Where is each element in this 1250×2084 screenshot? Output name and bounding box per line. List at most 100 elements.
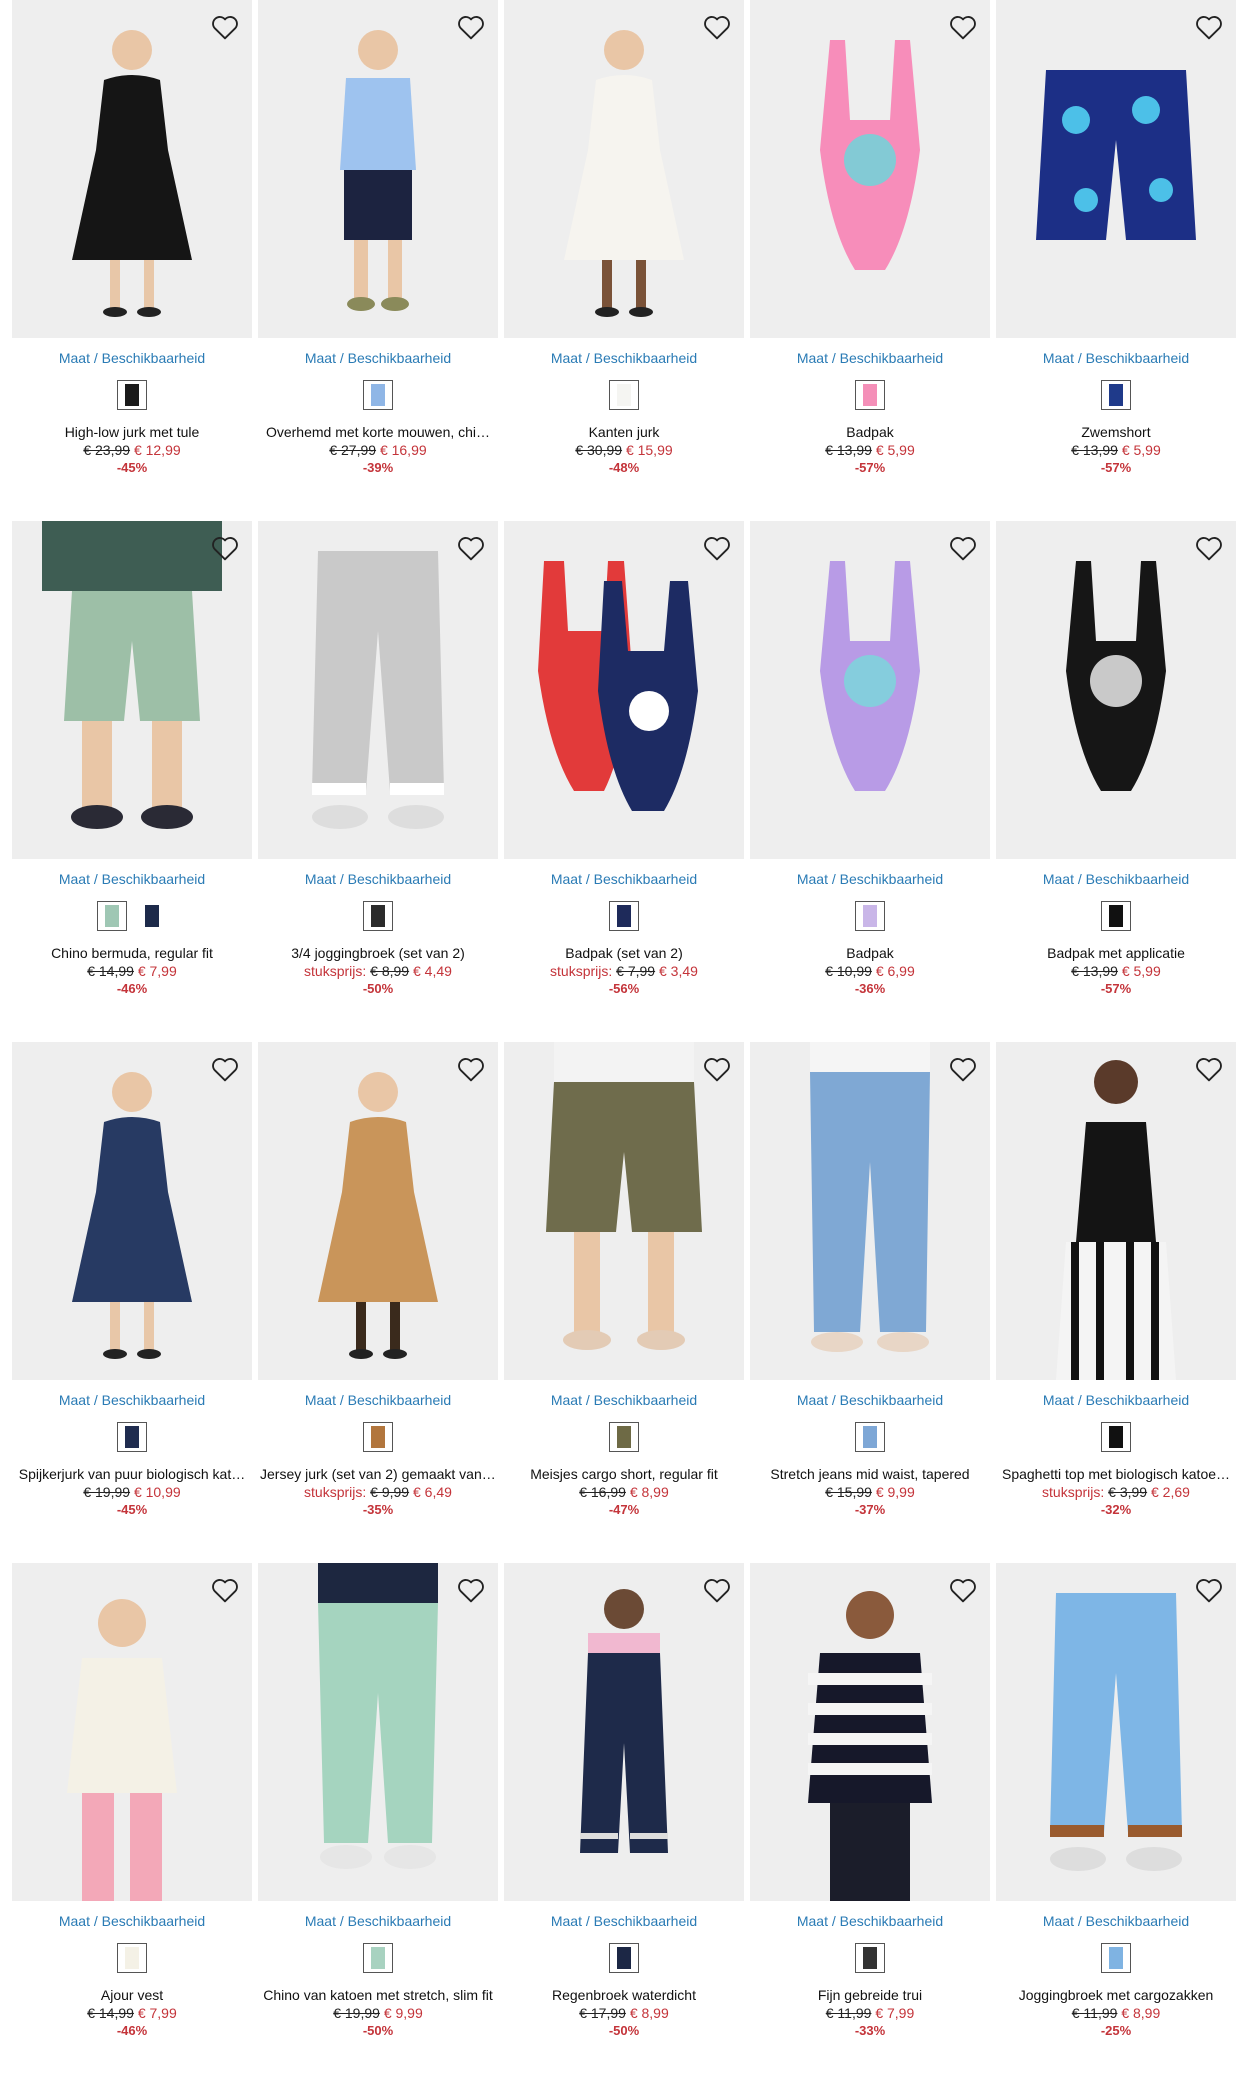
product-name[interactable]: Badpak met applicatie bbox=[996, 945, 1236, 961]
size-availability-link[interactable]: Maat / Beschikbaarheid bbox=[750, 1913, 990, 1929]
size-availability-link[interactable]: Maat / Beschikbaarheid bbox=[996, 350, 1236, 366]
product-image[interactable] bbox=[996, 1563, 1236, 1901]
product-name[interactable]: Meisjes cargo short, regular fit bbox=[504, 1466, 744, 1482]
size-availability-link[interactable]: Maat / Beschikbaarheid bbox=[258, 350, 498, 366]
color-swatch[interactable] bbox=[1101, 1943, 1131, 1973]
size-availability-link[interactable]: Maat / Beschikbaarheid bbox=[750, 1392, 990, 1408]
wishlist-heart-icon[interactable] bbox=[946, 1052, 980, 1086]
size-availability-link[interactable]: Maat / Beschikbaarheid bbox=[12, 350, 252, 366]
product-card[interactable]: Maat / Beschikbaarheid Meisjes cargo sho… bbox=[504, 1042, 744, 1563]
size-availability-link[interactable]: Maat / Beschikbaarheid bbox=[996, 871, 1236, 887]
color-swatch[interactable] bbox=[97, 901, 127, 931]
product-card[interactable]: Maat / Beschikbaarheid Fijn gebreide tru… bbox=[750, 1563, 990, 2084]
size-availability-link[interactable]: Maat / Beschikbaarheid bbox=[996, 1392, 1236, 1408]
product-name[interactable]: Chino bermuda, regular fit bbox=[12, 945, 252, 961]
product-image[interactable] bbox=[504, 1563, 744, 1901]
product-name[interactable]: Badpak bbox=[750, 424, 990, 440]
color-swatch[interactable] bbox=[855, 1422, 885, 1452]
wishlist-heart-icon[interactable] bbox=[946, 531, 980, 565]
product-image[interactable] bbox=[12, 1042, 252, 1380]
color-swatch[interactable] bbox=[363, 901, 393, 931]
size-availability-link[interactable]: Maat / Beschikbaarheid bbox=[504, 350, 744, 366]
wishlist-heart-icon[interactable] bbox=[208, 1052, 242, 1086]
product-image[interactable] bbox=[258, 1042, 498, 1380]
wishlist-heart-icon[interactable] bbox=[946, 1573, 980, 1607]
product-name[interactable]: 3/4 joggingbroek (set van 2) bbox=[258, 945, 498, 961]
product-name[interactable]: Zwemshort bbox=[996, 424, 1236, 440]
size-availability-link[interactable]: Maat / Beschikbaarheid bbox=[750, 350, 990, 366]
color-swatch[interactable] bbox=[117, 1943, 147, 1973]
product-card[interactable]: Maat / Beschikbaarheid Stretch jeans mid… bbox=[750, 1042, 990, 1563]
product-card[interactable]: Maat / Beschikbaarheid Kanten jurk € 30,… bbox=[504, 0, 744, 521]
product-image[interactable] bbox=[258, 521, 498, 859]
product-image[interactable] bbox=[12, 521, 252, 859]
product-image[interactable] bbox=[750, 0, 990, 338]
product-image[interactable] bbox=[750, 1563, 990, 1901]
product-name[interactable]: Chino van katoen met stretch, slim fit bbox=[258, 1987, 498, 2003]
color-swatch[interactable] bbox=[363, 1943, 393, 1973]
color-swatch[interactable] bbox=[137, 901, 167, 931]
size-availability-link[interactable]: Maat / Beschikbaarheid bbox=[750, 871, 990, 887]
wishlist-heart-icon[interactable] bbox=[700, 1052, 734, 1086]
product-card[interactable]: Maat / Beschikbaarheid Ajour vest € 14,9… bbox=[12, 1563, 252, 2084]
wishlist-heart-icon[interactable] bbox=[1192, 1573, 1226, 1607]
product-image[interactable] bbox=[750, 1042, 990, 1380]
product-image[interactable] bbox=[258, 0, 498, 338]
wishlist-heart-icon[interactable] bbox=[454, 1573, 488, 1607]
product-card[interactable]: Maat / Beschikbaarheid Spaghetti top met… bbox=[996, 1042, 1236, 1563]
product-name[interactable]: Spaghetti top met biologisch katoe… bbox=[996, 1466, 1236, 1482]
product-card[interactable]: Maat / Beschikbaarheid Badpak € 13,99 € … bbox=[750, 0, 990, 521]
wishlist-heart-icon[interactable] bbox=[454, 1052, 488, 1086]
size-availability-link[interactable]: Maat / Beschikbaarheid bbox=[504, 871, 744, 887]
product-name[interactable]: Overhemd met korte mouwen, chi… bbox=[258, 424, 498, 440]
product-card[interactable]: Maat / Beschikbaarheid Chino van katoen … bbox=[258, 1563, 498, 2084]
wishlist-heart-icon[interactable] bbox=[700, 1573, 734, 1607]
product-card[interactable]: Maat / Beschikbaarheid Overhemd met kort… bbox=[258, 0, 498, 521]
product-name[interactable]: Kanten jurk bbox=[504, 424, 744, 440]
size-availability-link[interactable]: Maat / Beschikbaarheid bbox=[504, 1913, 744, 1929]
size-availability-link[interactable]: Maat / Beschikbaarheid bbox=[258, 871, 498, 887]
product-name[interactable]: Badpak (set van 2) bbox=[504, 945, 744, 961]
product-name[interactable]: High-low jurk met tule bbox=[12, 424, 252, 440]
product-card[interactable]: Maat / Beschikbaarheid Badpak (set van 2… bbox=[504, 521, 744, 1042]
product-image[interactable] bbox=[996, 0, 1236, 338]
color-swatch[interactable] bbox=[609, 1422, 639, 1452]
product-name[interactable]: Fijn gebreide trui bbox=[750, 1987, 990, 2003]
wishlist-heart-icon[interactable] bbox=[208, 10, 242, 44]
color-swatch[interactable] bbox=[117, 1422, 147, 1452]
wishlist-heart-icon[interactable] bbox=[1192, 10, 1226, 44]
wishlist-heart-icon[interactable] bbox=[700, 531, 734, 565]
product-image[interactable] bbox=[504, 1042, 744, 1380]
wishlist-heart-icon[interactable] bbox=[454, 10, 488, 44]
wishlist-heart-icon[interactable] bbox=[1192, 531, 1226, 565]
product-image[interactable] bbox=[504, 0, 744, 338]
color-swatch[interactable] bbox=[117, 380, 147, 410]
product-card[interactable]: Maat / Beschikbaarheid Spijkerjurk van p… bbox=[12, 1042, 252, 1563]
wishlist-heart-icon[interactable] bbox=[1192, 1052, 1226, 1086]
wishlist-heart-icon[interactable] bbox=[700, 10, 734, 44]
color-swatch[interactable] bbox=[609, 1943, 639, 1973]
size-availability-link[interactable]: Maat / Beschikbaarheid bbox=[12, 1392, 252, 1408]
product-card[interactable]: Maat / Beschikbaarheid Badpak met applic… bbox=[996, 521, 1236, 1042]
size-availability-link[interactable]: Maat / Beschikbaarheid bbox=[258, 1392, 498, 1408]
product-card[interactable]: Maat / Beschikbaarheid Joggingbroek met … bbox=[996, 1563, 1236, 2084]
size-availability-link[interactable]: Maat / Beschikbaarheid bbox=[12, 871, 252, 887]
color-swatch[interactable] bbox=[363, 380, 393, 410]
size-availability-link[interactable]: Maat / Beschikbaarheid bbox=[996, 1913, 1236, 1929]
wishlist-heart-icon[interactable] bbox=[208, 531, 242, 565]
product-image[interactable] bbox=[504, 521, 744, 859]
color-swatch[interactable] bbox=[609, 380, 639, 410]
size-availability-link[interactable]: Maat / Beschikbaarheid bbox=[12, 1913, 252, 1929]
color-swatch[interactable] bbox=[855, 901, 885, 931]
product-image[interactable] bbox=[996, 1042, 1236, 1380]
product-card[interactable]: Maat / Beschikbaarheid Badpak € 10,99 € … bbox=[750, 521, 990, 1042]
product-image[interactable] bbox=[750, 521, 990, 859]
product-image[interactable] bbox=[12, 1563, 252, 1901]
product-image[interactable] bbox=[996, 521, 1236, 859]
product-card[interactable]: Maat / Beschikbaarheid Zwemshort € 13,99… bbox=[996, 0, 1236, 521]
color-swatch[interactable] bbox=[609, 901, 639, 931]
product-image[interactable] bbox=[258, 1563, 498, 1901]
product-card[interactable]: Maat / Beschikbaarheid Chino bermuda, re… bbox=[12, 521, 252, 1042]
product-name[interactable]: Regenbroek waterdicht bbox=[504, 1987, 744, 2003]
product-card[interactable]: Maat / Beschikbaarheid Regenbroek waterd… bbox=[504, 1563, 744, 2084]
